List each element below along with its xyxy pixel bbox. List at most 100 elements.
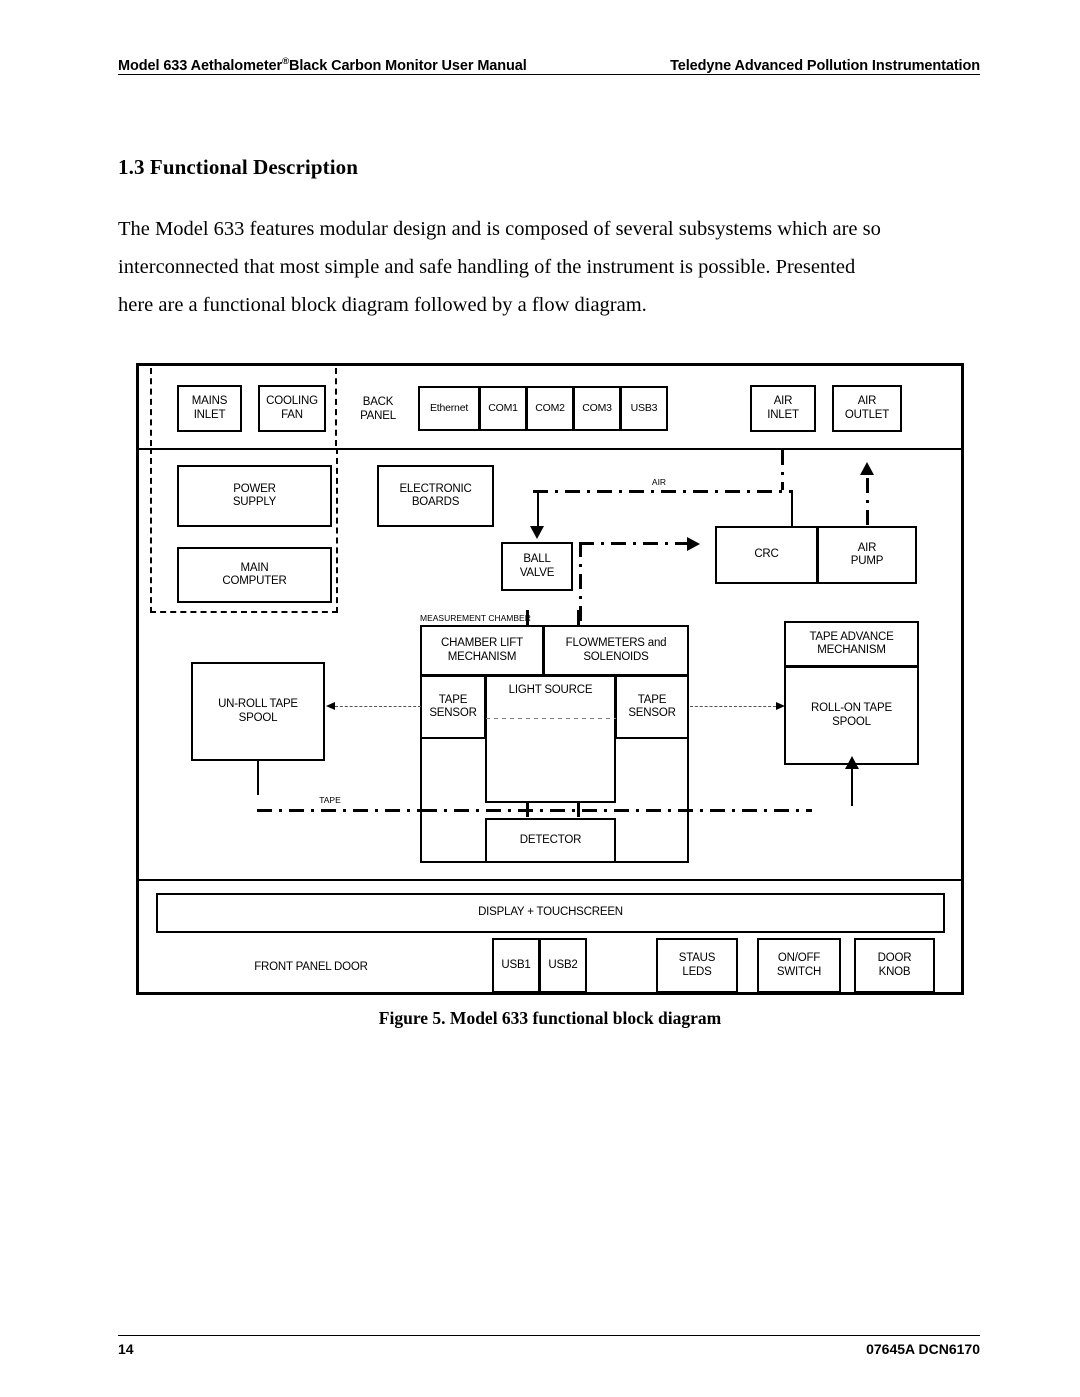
block-usb3-port: USB3 xyxy=(620,386,668,431)
registered-trademark-icon: ® xyxy=(282,56,289,68)
block-com1-port: COM1 xyxy=(479,386,527,431)
block-label: COM1 xyxy=(488,401,518,414)
block-ethernet-port: Ethernet xyxy=(418,386,480,431)
block-label: STAUS LEDS xyxy=(678,952,716,978)
block-label: COOLING FAN xyxy=(266,395,318,421)
air-inlet-down-line xyxy=(781,450,784,490)
block-label: UN-ROLL TAPE SPOOL xyxy=(218,698,298,724)
block-display-touchscreen: DISPLAY + TOUCHSCREEN xyxy=(156,893,945,933)
block-mains-inlet: MAINS INLET xyxy=(177,385,242,432)
header-right-title: Teledyne Advanced Pollution Instrumentat… xyxy=(670,58,980,74)
block-label: DETECTOR xyxy=(519,833,582,846)
header-left-title: Model 633 Aethalometer®Black Carbon Moni… xyxy=(118,56,527,74)
block-label: COM3 xyxy=(582,401,612,414)
un-roll-spool-tape-drop xyxy=(257,760,259,795)
arrow-to-air-outlet xyxy=(860,462,874,475)
front-panel-top-divider xyxy=(139,879,961,881)
block-label: TAPE SENSOR xyxy=(429,693,477,720)
block-label: USB3 xyxy=(630,401,658,414)
block-detector: DETECTOR xyxy=(485,818,616,863)
block-light-source: LIGHT SOURCE xyxy=(485,675,616,803)
block-label: CRC xyxy=(754,548,779,561)
block-door-knob: DOOR KNOB xyxy=(854,938,935,993)
figure-caption: Figure 5. Model 633 functional block dia… xyxy=(378,1008,722,1028)
block-air-pump: AIR PUMP xyxy=(817,526,917,584)
document-id: 07645A DCN6170 xyxy=(866,1341,980,1357)
figure-block-diagram: MAINS INLET COOLING FAN BACK PANEL Ether… xyxy=(136,363,964,995)
tape-sensor-right-link xyxy=(690,706,776,707)
ball-valve-to-crc-line xyxy=(579,542,689,545)
block-label: AIR PUMP xyxy=(850,541,884,568)
block-tape-advance-mechanism: TAPE ADVANCE MECHANISM xyxy=(784,621,919,667)
block-chamber-lift-mechanism: CHAMBER LIFT MECHANISM xyxy=(420,625,544,676)
block-main-computer: MAIN COMPUTER xyxy=(177,547,332,603)
block-ball-valve: BALL VALVE xyxy=(501,542,573,591)
block-label: COM2 xyxy=(535,401,565,414)
block-label: DISPLAY + TOUCHSCREEN xyxy=(478,906,623,919)
arrow-to-roll-on-spool xyxy=(776,702,785,710)
label-measurement-chamber: MEASUREMENT CHAMBER xyxy=(420,613,531,623)
chassis-left-dashed-divider xyxy=(150,368,152,446)
block-label: ROLL-ON TAPE SPOOL xyxy=(811,702,892,728)
block-air-outlet: AIR OUTLET xyxy=(832,385,902,432)
block-roll-on-tape-spool: ROLL-ON TAPE SPOOL xyxy=(784,666,919,765)
block-usb1-port: USB1 xyxy=(492,938,540,993)
tape-path-through-chamber xyxy=(486,718,616,719)
page-footer: 14 07645A DCN6170 xyxy=(118,1341,980,1357)
page-header: Model 633 Aethalometer®Black Carbon Moni… xyxy=(118,44,980,74)
paragraph-line-2: interconnected that most simple and safe… xyxy=(118,256,856,278)
block-label: MAINS INLET xyxy=(191,395,228,421)
roll-on-spool-tape-rise xyxy=(851,768,853,806)
footer-divider xyxy=(118,1335,980,1336)
back-panel-dashed-divider xyxy=(335,368,337,446)
header-left-suffix: Black Carbon Monitor User Manual xyxy=(288,58,527,74)
block-tape-sensor-left: TAPE SENSOR xyxy=(420,675,486,739)
tape-sensor-left-link xyxy=(335,706,421,707)
air-line-to-ball-valve xyxy=(537,490,539,528)
label-air-flow: AIR xyxy=(651,477,667,487)
arrow-to-un-roll-spool xyxy=(326,702,335,710)
paragraph-line-1: The Model 633 features modular design an… xyxy=(118,218,881,240)
diagram-outer-frame: MAINS INLET COOLING FAN BACK PANEL Ether… xyxy=(136,363,964,995)
air-flow-line-top xyxy=(533,490,793,493)
block-label: AIR INLET xyxy=(767,395,799,421)
block-electronic-boards: ELECTRONIC BOARDS xyxy=(377,465,494,527)
block-onoff-switch: ON/OFF SWITCH xyxy=(757,938,841,993)
air-pump-to-outlet-line xyxy=(866,478,869,528)
block-label: TAPE ADVANCE MECHANISM xyxy=(809,630,894,657)
block-label: ON/OFF SWITCH xyxy=(776,952,822,978)
tape-flow-line-chamber xyxy=(422,809,812,812)
block-label: POWER SUPPLY xyxy=(232,482,277,509)
block-label: TAPE SENSOR xyxy=(628,693,676,720)
block-label: USB1 xyxy=(501,958,531,971)
block-com2-port: COM2 xyxy=(526,386,574,431)
block-crc: CRC xyxy=(715,526,818,584)
block-label: LIGHT SOURCE xyxy=(508,684,593,696)
block-cooling-fan: COOLING FAN xyxy=(258,385,326,432)
block-power-supply: POWER SUPPLY xyxy=(177,465,332,527)
arrow-into-roll-on-spool xyxy=(845,756,859,769)
back-panel-band-divider xyxy=(139,448,961,450)
block-label: CHAMBER LIFT MECHANISM xyxy=(441,637,523,663)
block-tape-sensor-right: TAPE SENSOR xyxy=(615,675,689,739)
block-label: Ethernet xyxy=(429,401,469,414)
tape-flow-line-left xyxy=(257,809,422,812)
block-label: FLOWMETERS and SOLENOIDS xyxy=(565,637,667,663)
arrow-into-crc xyxy=(687,537,700,551)
block-label: DOOR KNOB xyxy=(877,952,912,978)
block-un-roll-tape-spool: UN-ROLL TAPE SPOOL xyxy=(191,662,325,761)
arrow-into-ball-valve xyxy=(530,526,544,539)
header-left-prefix: Model 633 Aethalometer xyxy=(118,58,283,74)
body-paragraph: The Model 633 features modular design an… xyxy=(118,210,984,324)
block-label: BALL VALVE xyxy=(519,553,555,579)
block-status-leds: STAUS LEDS xyxy=(656,938,738,993)
header-divider xyxy=(118,74,980,75)
block-label: MAIN COMPUTER xyxy=(222,561,287,588)
block-label: AIR OUTLET xyxy=(844,395,890,421)
block-flowmeters-and-solenoids: FLOWMETERS and SOLENOIDS xyxy=(543,625,689,676)
block-com3-port: COM3 xyxy=(573,386,621,431)
label-front-panel-door: FRONT PANEL DOOR xyxy=(254,961,368,973)
label-tape-flow: TAPE xyxy=(319,795,341,805)
paragraph-line-3: here are a functional block diagram foll… xyxy=(118,294,647,316)
block-label: USB2 xyxy=(548,958,578,971)
